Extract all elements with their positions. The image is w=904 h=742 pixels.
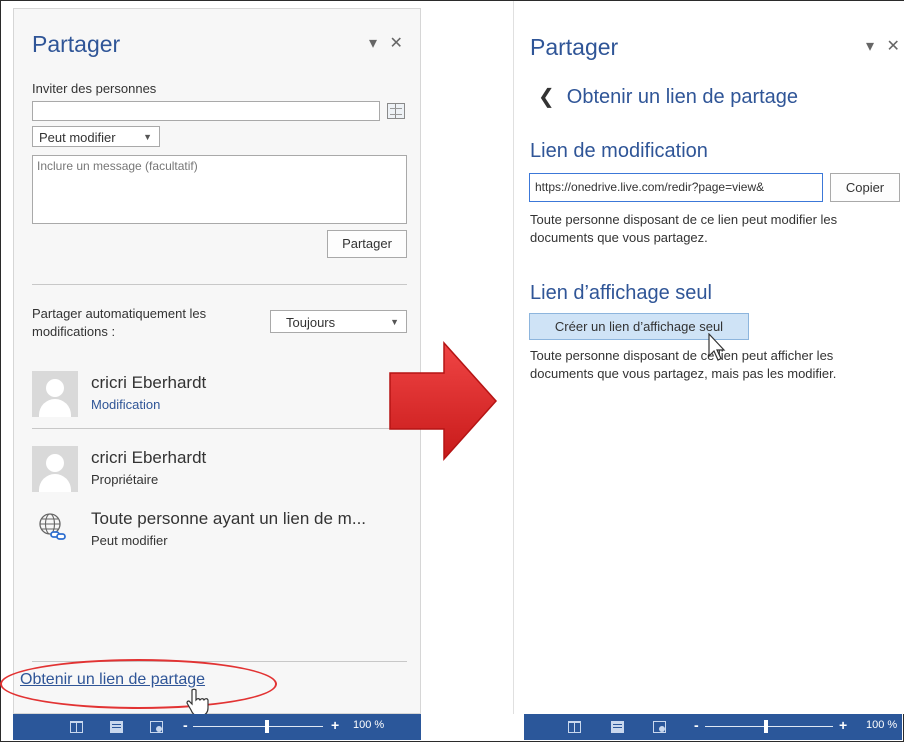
edit-link-description: Toute personne disposant de ce lien peut…: [530, 212, 838, 245]
back-button-label: Obtenir un lien de partage: [566, 86, 799, 108]
person-name: cricri Eberhardt: [91, 448, 207, 467]
avatar: [32, 446, 78, 492]
zoom-slider-thumb[interactable]: [265, 720, 269, 733]
read-mode-icon[interactable]: [568, 721, 581, 733]
share-button[interactable]: Partager: [327, 230, 407, 258]
pane-controls[interactable]: ▾ ✕: [866, 36, 904, 56]
person-permission[interactable]: Modification: [91, 397, 160, 412]
chevron-left-icon: ❮: [538, 86, 555, 108]
zoom-in-button[interactable]: +: [839, 717, 847, 733]
invite-label: Inviter des personnes: [32, 81, 157, 96]
zoom-out-button[interactable]: -: [183, 717, 188, 733]
person-name: Toute personne ayant un lien de m...: [91, 509, 367, 528]
print-layout-icon[interactable]: [110, 721, 123, 733]
highlight-ellipse: [0, 659, 277, 709]
print-layout-icon[interactable]: [611, 721, 624, 733]
transition-arrow-icon: [389, 341, 498, 461]
permission-select[interactable]: Peut modifier ▼: [32, 126, 160, 147]
status-bar: - + 100 % - + 100 %: [13, 714, 902, 740]
zoom-level[interactable]: 100 %: [866, 719, 897, 731]
message-textarea[interactable]: Inclure un message (facultatif): [32, 155, 407, 224]
zoom-in-button[interactable]: +: [331, 717, 339, 733]
back-button[interactable]: ❮ Obtenir un lien de partage: [538, 84, 798, 109]
chevron-down-icon: ▼: [390, 317, 399, 327]
pane-title: Partager: [530, 34, 619, 60]
share-pane-left: Partager ▾ ✕ Inviter des personnes Peut …: [13, 8, 421, 714]
divider: [32, 284, 407, 285]
chevron-down-icon: ▼: [143, 132, 152, 142]
edit-link-url-field[interactable]: https://onedrive.live.com/redir?page=vie…: [529, 173, 823, 202]
pane-controls[interactable]: ▾ ✕: [369, 33, 407, 53]
shared-link-item[interactable]: Toute personne ayant un lien de m... Peu…: [32, 507, 412, 557]
person-permission: Propriétaire: [91, 472, 159, 487]
divider: [32, 428, 407, 429]
permission-select-value: Peut modifier: [39, 130, 116, 145]
person-permission: Peut modifier: [91, 533, 168, 548]
mouse-pointer-icon: [708, 333, 726, 361]
edit-link-heading: Lien de modification: [530, 140, 708, 162]
auto-share-select[interactable]: Toujours ▼: [270, 310, 407, 333]
copy-button[interactable]: Copier: [830, 173, 900, 202]
zoom-slider[interactable]: [705, 726, 833, 727]
auto-share-select-value: Toujours: [286, 315, 336, 330]
zoom-out-button[interactable]: -: [694, 717, 699, 733]
shared-person-item[interactable]: cricri Eberhardt Propriétaire: [32, 446, 412, 496]
pane-title: Partager: [32, 31, 121, 57]
zoom-slider-thumb[interactable]: [764, 720, 768, 733]
auto-share-label: Partager automatiquement les modificatio…: [32, 306, 207, 339]
status-bar-gap: [421, 714, 524, 740]
web-layout-icon[interactable]: [653, 721, 666, 733]
shared-person-item[interactable]: cricri Eberhardt Modification: [32, 371, 412, 421]
zoom-slider[interactable]: [193, 726, 323, 727]
view-link-heading: Lien d’affichage seul: [530, 282, 712, 304]
person-name: cricri Eberhardt: [91, 373, 207, 392]
web-layout-icon[interactable]: [150, 721, 163, 733]
read-mode-icon[interactable]: [70, 721, 83, 733]
address-book-icon[interactable]: [387, 103, 405, 119]
invite-input[interactable]: [32, 101, 380, 121]
avatar: [32, 371, 78, 417]
zoom-level[interactable]: 100 %: [353, 719, 384, 731]
globe-link-icon: [39, 513, 66, 540]
